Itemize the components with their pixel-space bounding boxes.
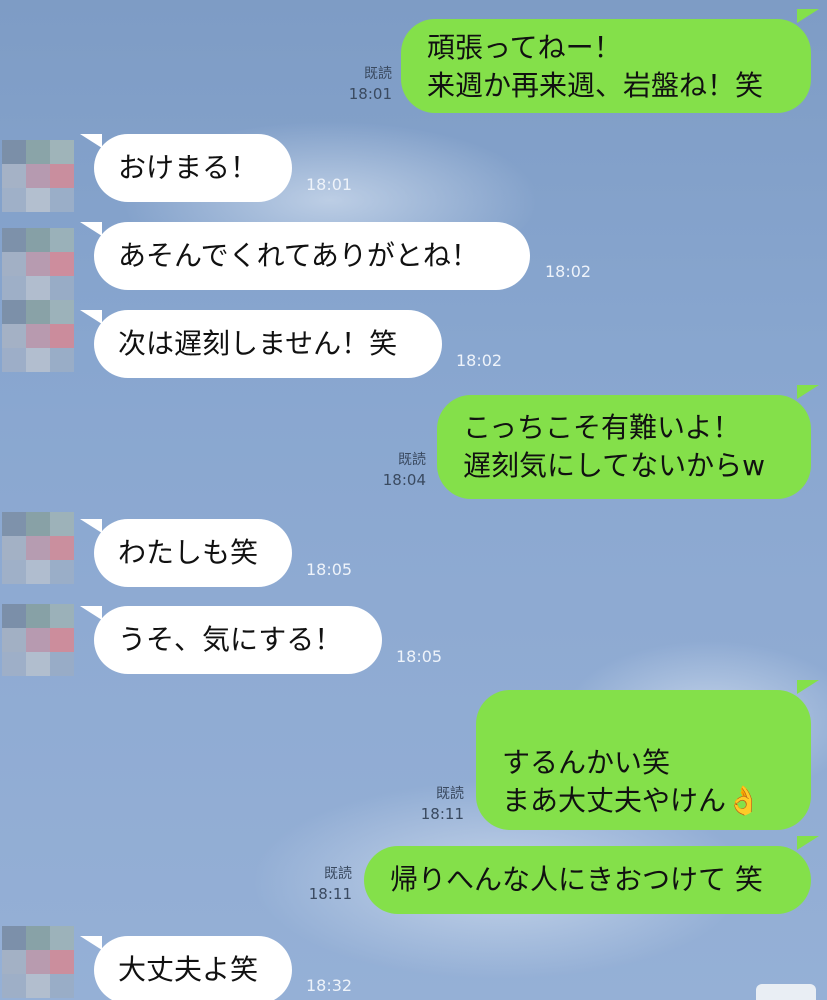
bubble-tail — [797, 385, 819, 399]
message-time: 18:32 — [306, 976, 353, 995]
message-bubble[interactable]: うそ、気にする！ — [94, 606, 382, 674]
avatar[interactable] — [2, 926, 74, 998]
message-time: 18:01 — [306, 175, 353, 194]
message-bubble[interactable]: あそんでくれてありがとね！ — [94, 222, 530, 290]
message-meta: 18:02 — [545, 262, 591, 282]
message-meta: 18:05 — [396, 647, 442, 667]
message-bubble[interactable]: 大丈夫よ笑 — [94, 936, 292, 1000]
message-meta: 既読 18:11 — [296, 864, 352, 904]
message-meta: 18:05 — [306, 560, 352, 580]
avatar[interactable] — [2, 512, 74, 584]
read-receipt: 既読 — [398, 452, 426, 468]
message-time: 18:05 — [306, 560, 353, 579]
avatar[interactable] — [2, 604, 74, 676]
message-bubble[interactable]: こっちこそ有難いよ！ 遅刻気にしてないからw — [437, 395, 811, 499]
message-meta: 既読 18:04 — [368, 450, 426, 490]
message-meta: 既読 18:11 — [408, 784, 464, 824]
read-receipt: 既読 — [436, 786, 464, 802]
message-time: 18:05 — [396, 647, 443, 666]
ok-hand-icon: 👌 — [726, 784, 761, 817]
message-meta: 18:02 — [456, 351, 502, 371]
bubble-tail — [80, 310, 102, 324]
bubble-tail — [797, 836, 819, 850]
message-bubble[interactable]: 帰りへんな人にきおつけて 笑 — [364, 846, 811, 914]
message-time: 18:11 — [420, 805, 464, 823]
read-receipt: 既読 — [364, 66, 392, 82]
message-bubble[interactable]: 次は遅刻しません！笑 — [94, 310, 442, 378]
bubble-tail — [797, 9, 819, 23]
message-meta: 既読 18:01 — [336, 64, 392, 104]
bubble-tail — [80, 134, 102, 148]
message-bubble[interactable]: 頑張ってねー！ 来週か再来週、岩盤ね！笑 — [401, 19, 811, 113]
message-time: 18:02 — [456, 351, 503, 370]
read-receipt: 既読 — [324, 866, 352, 882]
bubble-tail — [80, 222, 102, 236]
message-time: 18:04 — [382, 471, 426, 489]
avatar[interactable] — [2, 140, 74, 212]
message-meta: 18:32 — [306, 976, 352, 996]
message-time: 18:01 — [348, 85, 392, 103]
bubble-tail — [80, 519, 102, 533]
message-bubble[interactable]: するんかい笑 まあ大丈夫やけん👌 — [476, 690, 811, 830]
avatar[interactable] — [2, 300, 74, 372]
bubble-tail — [80, 606, 102, 620]
message-meta: 18:01 — [306, 175, 352, 195]
bubble-tail — [797, 680, 819, 694]
message-time: 18:02 — [545, 262, 592, 281]
avatar[interactable] — [2, 228, 74, 300]
scroll-to-bottom-button[interactable] — [756, 984, 816, 1000]
message-text: するんかい笑 まあ大丈夫やけん — [502, 746, 727, 817]
message-bubble[interactable]: おけまる！ — [94, 134, 292, 202]
bubble-tail — [80, 936, 102, 950]
message-time: 18:11 — [308, 885, 352, 903]
message-bubble[interactable]: わたしも笑 — [94, 519, 292, 587]
